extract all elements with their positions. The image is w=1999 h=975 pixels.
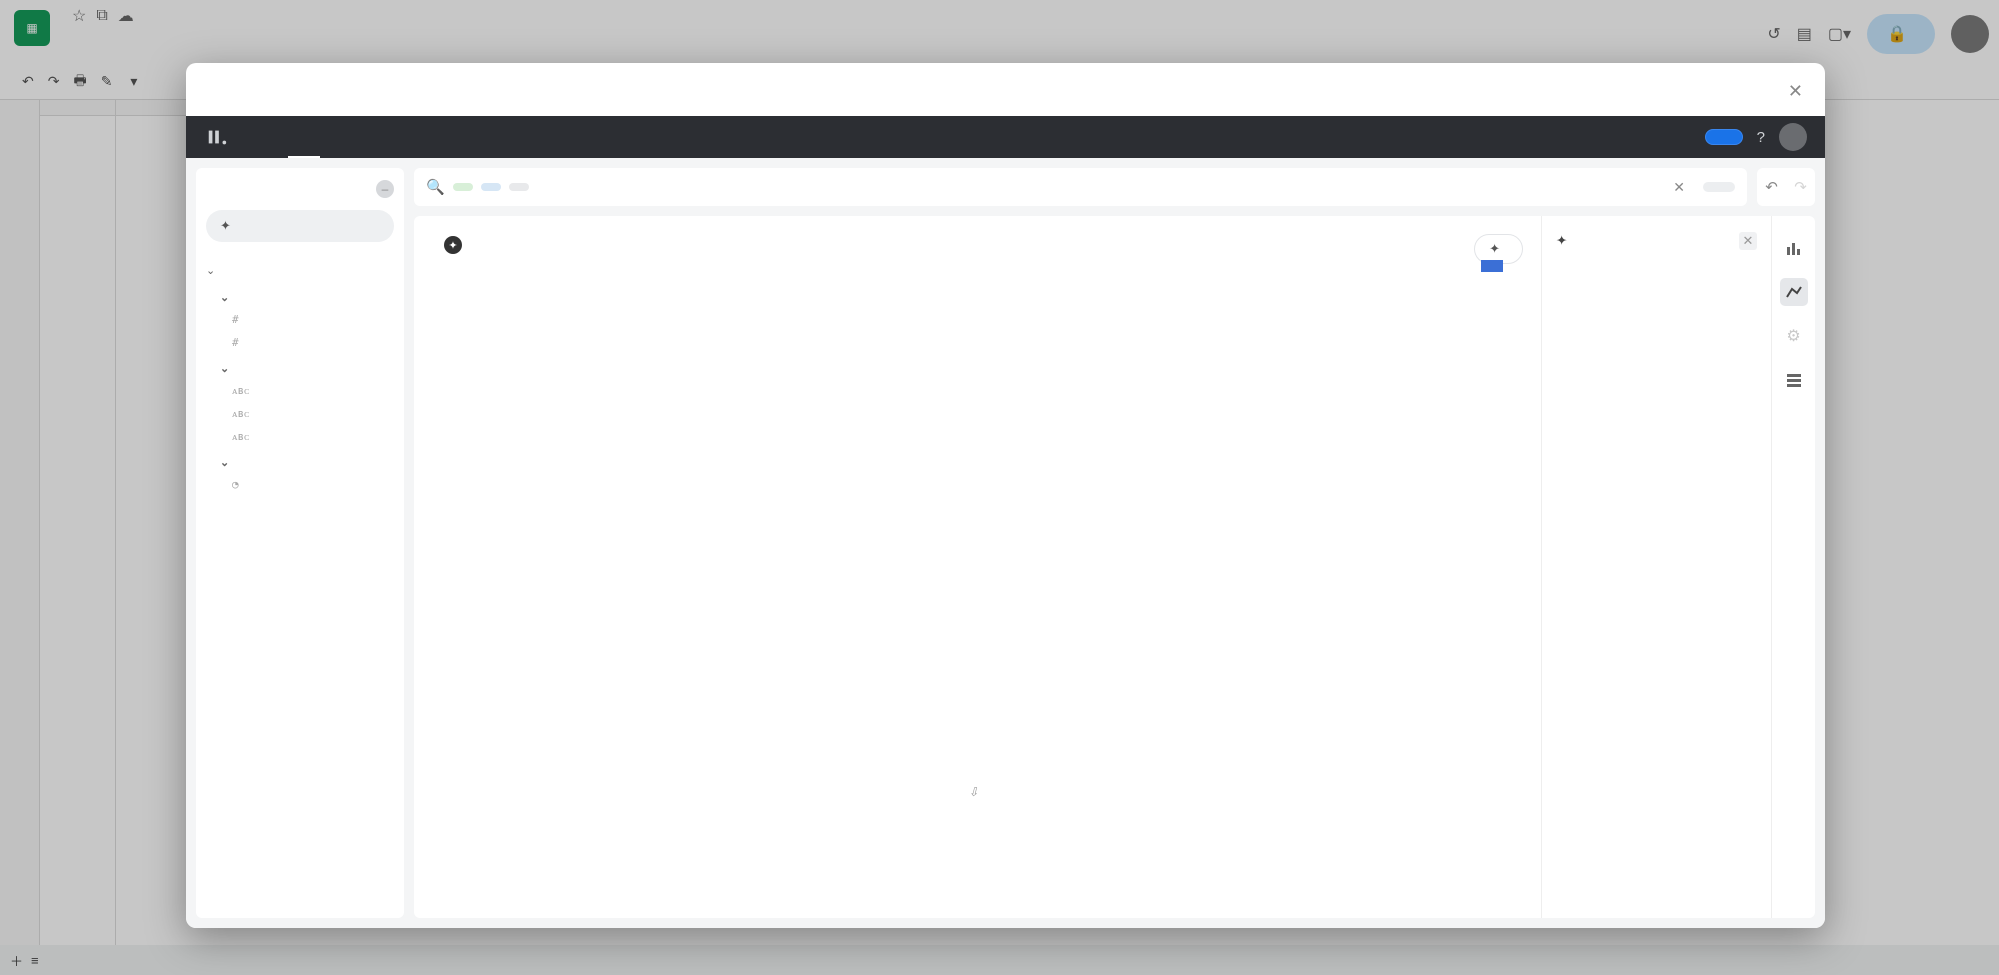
field-state[interactable]: ᴀʙᴄ: [206, 425, 394, 448]
star-icon[interactable]: ☆: [72, 6, 86, 26]
close-explain-icon[interactable]: ✕: [1739, 232, 1757, 250]
redo-search-icon[interactable]: ↷: [1794, 178, 1807, 196]
chart-legend: [1481, 260, 1511, 272]
chip-sales[interactable]: [453, 183, 473, 191]
thoughtspot-logo-icon: [204, 124, 230, 150]
field-date[interactable]: ◔: [206, 473, 394, 496]
sheets-logo-icon: ▦: [14, 10, 50, 46]
chevron-down-icon: ⌄: [206, 264, 215, 277]
zoom-select[interactable]: ▾: [126, 73, 137, 90]
user-avatar[interactable]: [1951, 15, 1989, 53]
data-source-retail[interactable]: ⌄: [206, 258, 394, 283]
go-button[interactable]: [1703, 182, 1735, 192]
redo-icon[interactable]: ↷: [48, 73, 60, 90]
field-quantitysold[interactable]: #: [206, 308, 394, 331]
clear-search-icon[interactable]: ✕: [1663, 179, 1695, 196]
field-region[interactable]: ᴀʙᴄ: [206, 402, 394, 425]
cloud-icon[interactable]: ☁: [118, 6, 134, 26]
tab-search-data[interactable]: [288, 116, 320, 158]
all-sheets-icon[interactable]: ≡: [31, 953, 39, 968]
data-panel: – ✦ ⌄ ⌄ # # ⌄ ᴀʙᴄ ᴀʙᴄ ᴀʙᴄ ⌄ ◔: [196, 168, 404, 918]
download-icon: ⇩: [968, 785, 978, 799]
col-header-a[interactable]: [40, 100, 115, 116]
lock-icon: 🔒: [1887, 24, 1907, 44]
calendar-icon: ◔: [232, 478, 250, 491]
col-header-b[interactable]: [116, 100, 192, 116]
group-attribute[interactable]: ⌄: [206, 354, 394, 379]
line-chart-icon[interactable]: [1780, 278, 1808, 306]
text-icon: ᴀʙᴄ: [232, 430, 250, 443]
clear-source-icon[interactable]: –: [376, 180, 394, 198]
chip-month[interactable]: [509, 183, 529, 191]
number-icon: #: [232, 313, 250, 326]
close-icon[interactable]: ✕: [1788, 81, 1803, 102]
bar-chart-icon[interactable]: [1780, 234, 1808, 262]
undo-search-icon[interactable]: ↶: [1765, 178, 1778, 196]
chip-daily[interactable]: [481, 183, 501, 191]
help-icon[interactable]: ?: [1757, 129, 1765, 146]
search-icon: 🔍: [426, 178, 445, 196]
ai-explain-panel: ✦ ✕: [1541, 216, 1771, 918]
share-button[interactable]: 🔒: [1867, 14, 1935, 54]
paint-icon[interactable]: ✎: [101, 73, 113, 90]
search-input[interactable]: 🔍 ✕: [414, 168, 1747, 206]
sparkle-icon: ✦: [1489, 241, 1500, 257]
history-icon[interactable]: ↺: [1767, 24, 1780, 44]
comments-icon[interactable]: ▤: [1797, 24, 1812, 44]
spotiq-icon[interactable]: ✦: [444, 236, 462, 254]
group-measure[interactable]: ⌄: [206, 283, 394, 308]
meet-icon[interactable]: ▢▾: [1828, 24, 1851, 44]
undo-icon[interactable]: ↶: [22, 73, 34, 90]
print-icon[interactable]: 🖶: [73, 70, 86, 94]
thoughtspot-modal: ✕ ? – ✦ ⌄ ⌄ #: [186, 63, 1825, 928]
number-icon: #: [232, 336, 250, 349]
tab-auto-insights[interactable]: [256, 116, 288, 158]
move-icon[interactable]: ⧉: [96, 7, 107, 25]
table-icon[interactable]: [1780, 366, 1808, 394]
text-icon: ᴀʙᴄ: [232, 407, 250, 420]
sparkle-icon: ✦: [1556, 233, 1567, 249]
group-date[interactable]: ⌄: [206, 448, 394, 473]
sparkle-icon: ✦: [220, 218, 231, 234]
line-chart[interactable]: [434, 254, 1521, 774]
auto-search-button[interactable]: ✦: [206, 210, 394, 242]
text-icon: ᴀʙᴄ: [232, 384, 250, 397]
ts-user-avatar[interactable]: [1779, 123, 1807, 151]
field-sales[interactable]: #: [206, 331, 394, 354]
upgrade-button[interactable]: [1705, 129, 1743, 145]
field-producttype[interactable]: ᴀʙᴄ: [206, 379, 394, 402]
add-sheet-icon[interactable]: ＋: [10, 951, 23, 970]
settings-icon[interactable]: ⚙: [1780, 322, 1808, 350]
